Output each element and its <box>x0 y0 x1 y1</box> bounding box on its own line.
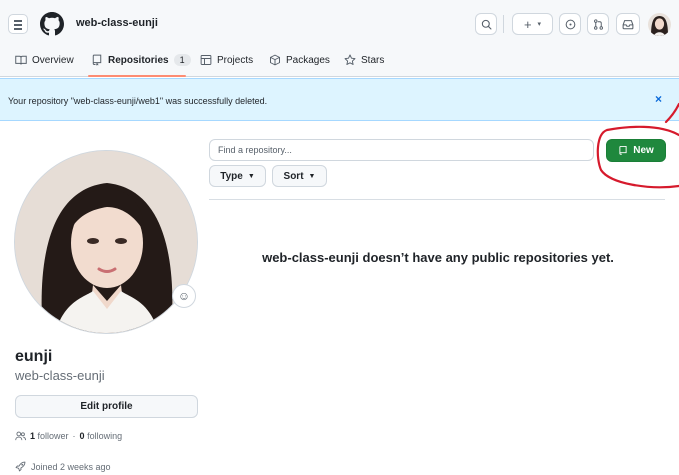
joined-text: Joined 2 weeks ago <box>31 461 111 472</box>
tab-packages[interactable]: Packages <box>269 54 330 66</box>
create-new-button[interactable]: + ▾ <box>512 13 553 35</box>
book-icon <box>15 55 27 65</box>
avatar-photo <box>648 13 671 36</box>
package-icon <box>270 54 280 66</box>
star-icon <box>344 54 356 65</box>
search-icon <box>481 19 492 30</box>
close-icon[interactable]: × <box>655 92 662 106</box>
chevron-down-icon: ▾ <box>537 21 542 28</box>
sort-dropdown[interactable]: Sort ▼ <box>272 165 327 187</box>
following-link[interactable]: 0 following <box>80 431 123 441</box>
github-logo-icon[interactable] <box>40 12 64 36</box>
followers-label: follower <box>37 431 69 441</box>
rocket-icon <box>15 461 26 472</box>
new-button-label: New <box>633 145 654 156</box>
menu-icon-line <box>14 28 22 30</box>
header-separator <box>503 15 504 33</box>
menu-button[interactable] <box>8 14 28 34</box>
chevron-down-icon: ▼ <box>247 172 255 180</box>
search-button[interactable] <box>475 13 497 35</box>
flash-banner: Your repository "web-class-eunji/web1" w… <box>0 78 679 121</box>
repositories-counter: 1 <box>173 54 191 66</box>
profile-name: eunji <box>15 348 53 365</box>
pull-requests-button[interactable] <box>587 13 609 35</box>
user-avatar[interactable] <box>648 13 671 36</box>
active-tab-indicator <box>88 75 186 77</box>
repo-list-divider <box>209 199 665 200</box>
type-filter-label: Type <box>220 170 243 182</box>
tab-stars[interactable]: Stars <box>344 54 384 66</box>
context-owner-link[interactable]: web-class-eunji <box>76 17 158 29</box>
tab-projects[interactable]: Projects <box>200 54 253 66</box>
profile-photo <box>15 151 197 333</box>
chevron-down-icon: ▼ <box>308 172 316 180</box>
pull-requests-icon <box>593 18 603 30</box>
flash-message: Your repository "web-class-eunji/web1" w… <box>8 96 268 106</box>
follow-stats: 1 follower · 0 following <box>15 431 122 441</box>
tab-repositories-label: Repositories <box>108 54 169 66</box>
inbox-icon <box>622 19 634 29</box>
set-status-button[interactable]: ☺ <box>172 284 196 308</box>
tab-projects-label: Projects <box>217 54 254 66</box>
type-filter-dropdown[interactable]: Type ▼ <box>209 165 266 187</box>
global-header: web-class-eunji + ▾ <box>0 0 679 46</box>
tab-packages-label: Packages <box>286 54 330 66</box>
smiley-icon: ☺ <box>177 289 191 303</box>
people-icon <box>15 431 26 441</box>
followers-link[interactable]: 1 follower <box>30 431 69 441</box>
find-repository-input[interactable] <box>209 139 594 161</box>
table-icon <box>200 55 212 65</box>
tab-overview[interactable]: Overview <box>15 54 74 66</box>
profile-login: web-class-eunji <box>15 368 105 383</box>
following-label: following <box>87 431 123 441</box>
joined-info: Joined 2 weeks ago <box>15 461 111 472</box>
following-count: 0 <box>79 431 85 441</box>
dot-separator: · <box>72 431 76 441</box>
tab-stars-label: Stars <box>361 54 385 66</box>
plus-icon: + <box>523 16 532 32</box>
issues-button[interactable] <box>559 13 581 35</box>
profile-avatar[interactable] <box>14 150 198 334</box>
menu-icon-line <box>14 20 22 22</box>
menu-icon-line <box>14 24 22 26</box>
tab-repositories[interactable]: Repositories 1 <box>91 54 191 66</box>
tab-overview-label: Overview <box>32 54 74 66</box>
empty-repositories-message: web-class-eunji doesn’t have any public … <box>262 250 614 265</box>
edit-profile-button[interactable]: Edit profile <box>15 395 198 418</box>
issues-icon <box>565 19 575 29</box>
inbox-button[interactable] <box>616 13 640 35</box>
repo-icon <box>619 145 627 155</box>
new-repository-button[interactable]: New <box>606 139 666 162</box>
sort-label: Sort <box>283 170 304 182</box>
profile-tab-nav: Overview Repositories 1 Projects Package… <box>0 46 679 77</box>
followers-count: 1 <box>30 431 36 441</box>
repo-icon <box>92 54 102 66</box>
